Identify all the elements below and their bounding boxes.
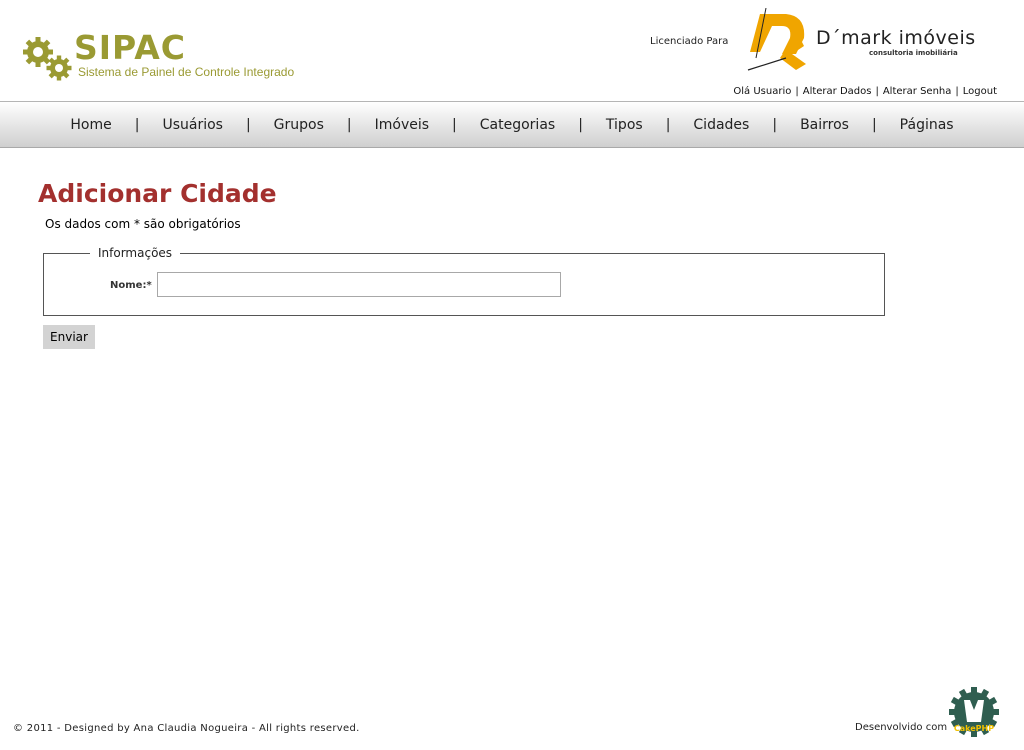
nav-item-bairros[interactable]: Bairros	[796, 117, 853, 133]
info-fieldset: Informações Nome:*	[43, 246, 885, 316]
nav-menu: Home | Usuários | Grupos | Imóveis | Cat…	[0, 102, 1024, 148]
nav-separator: |	[665, 117, 671, 133]
nav-item-paginas[interactable]: Páginas	[896, 117, 958, 133]
fieldset-legend: Informações	[98, 246, 173, 260]
nav-item-imoveis[interactable]: Imóveis	[371, 117, 433, 133]
name-input[interactable]	[157, 272, 561, 297]
user-links-separator: |	[875, 86, 879, 97]
user-links: Olá Usuario | Alterar Dados | Alterar Senha |…	[733, 86, 997, 97]
logo-title: SIPAC	[74, 28, 186, 67]
user-greeting-link[interactable]: Olá Usuario	[733, 86, 791, 97]
required-fields-note: Os dados com * são obrigatórios	[45, 217, 241, 231]
edit-data-link[interactable]: Alterar Dados	[803, 86, 872, 97]
cakephp-badge-icon[interactable]: CakePHP	[948, 686, 1000, 738]
user-links-separator: |	[795, 86, 799, 97]
nav-separator: |	[452, 117, 457, 133]
name-label: Nome:*	[110, 280, 152, 291]
client-tagline: consultoria imobiliária	[869, 49, 958, 57]
nav-item-categorias[interactable]: Categorias	[476, 117, 559, 133]
nav-item-usuarios[interactable]: Usuários	[158, 117, 227, 133]
nav-separator: |	[772, 117, 778, 133]
header: SIPAC Sistema de Painel de Controle Inte…	[0, 0, 1024, 101]
user-links-separator: |	[955, 86, 959, 97]
gears-icon	[23, 37, 72, 81]
cakephp-badge-text: CakePHP	[954, 724, 994, 733]
nav-separator: |	[578, 117, 583, 133]
nav-separator: |	[346, 117, 352, 133]
page-title: Adicionar Cidade	[38, 179, 277, 208]
nav-item-tipos[interactable]: Tipos	[602, 117, 647, 133]
submit-button[interactable]: Enviar	[43, 325, 95, 349]
nav-separator: |	[134, 117, 140, 133]
nav-item-home[interactable]: Home	[66, 117, 115, 133]
nav-separator: |	[871, 117, 877, 133]
client-name: D´mark imóveis	[816, 27, 976, 49]
footer-copyright: © 2011 - Designed by Ana Claudia Nogueir…	[13, 723, 360, 734]
change-password-link[interactable]: Alterar Senha	[883, 86, 952, 97]
logo-subtitle: Sistema de Painel de Controle Integrado	[78, 65, 295, 79]
nav-separator: |	[245, 117, 251, 133]
nav-item-cidades[interactable]: Cidades	[689, 117, 753, 133]
logout-link[interactable]: Logout	[963, 86, 997, 97]
client-logo: D´mark imóveis consultoria imobiliária	[746, 8, 991, 76]
footer-developed-with: Desenvolvido com	[855, 722, 948, 733]
licensed-label: Licenciado Para	[650, 36, 729, 47]
nav-item-grupos[interactable]: Grupos	[270, 117, 328, 133]
main-nav: Home | Usuários | Grupos | Imóveis | Cat…	[0, 101, 1024, 148]
dk-logo-icon	[747, 8, 806, 71]
sipac-logo[interactable]: SIPAC Sistema de Painel de Controle Inte…	[22, 28, 322, 86]
